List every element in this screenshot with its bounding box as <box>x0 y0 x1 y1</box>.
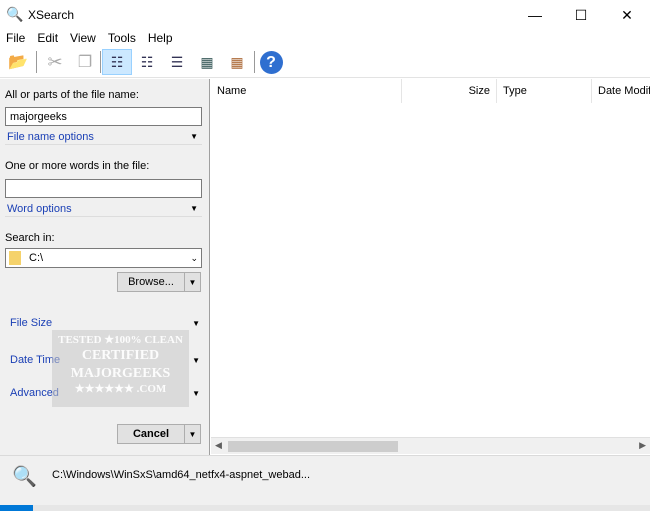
maximize-button[interactable]: ☐ <box>558 0 604 30</box>
scrollbar-thumb[interactable] <box>228 441 398 452</box>
words-label: One or more words in the file: <box>5 160 150 172</box>
filename-label: All or parts of the file name: <box>5 89 139 101</box>
toolbar: 📂 ✂ ❐ ☷ ☷ ☰ ▦ ▦ ? <box>0 46 650 78</box>
browse-button[interactable]: Browse... ▼ <box>117 272 201 292</box>
details-view-icon[interactable]: ☷ <box>102 49 132 75</box>
word-options-label: Word options <box>7 202 72 215</box>
folder-icon <box>9 251 21 265</box>
copy-icon[interactable]: ❐ <box>70 49 100 75</box>
progress-bar <box>0 505 650 511</box>
toolbar-divider <box>254 51 255 73</box>
small-icons-view-icon[interactable]: ☰ <box>162 49 192 75</box>
words-input[interactable] <box>5 179 202 198</box>
chevron-down-icon[interactable]: ▼ <box>184 273 200 291</box>
cancel-label: Cancel <box>132 428 170 440</box>
help-icon[interactable]: ? <box>256 49 286 75</box>
menu-bar: File Edit View Tools Help <box>0 30 650 46</box>
menu-help[interactable]: Help <box>142 30 179 46</box>
scroll-left-icon[interactable]: ◀ <box>215 440 222 451</box>
large-icons-view-icon[interactable]: ▦ <box>222 49 252 75</box>
menu-tools[interactable]: Tools <box>102 30 142 46</box>
minimize-button[interactable]: — <box>512 0 558 30</box>
watermark-line: ★★★★★★ .COM <box>74 383 167 395</box>
window-title: XSearch <box>28 8 75 22</box>
filename-options-dropdown[interactable]: File name options ▼ <box>5 129 202 145</box>
menu-file[interactable]: File <box>0 30 31 46</box>
search-in-label: Search in: <box>5 232 55 244</box>
chevron-down-icon: ⌄ <box>190 252 198 263</box>
chevron-down-icon[interactable]: ▼ <box>184 425 200 443</box>
horizontal-scrollbar[interactable]: ◀ ▶ <box>211 437 650 454</box>
current-path: C:\Windows\WinSxS\amd64_netfx4-aspnet_we… <box>52 469 311 481</box>
toolbar-divider <box>100 51 101 73</box>
watermark-line: TESTED ★100% CLEAN <box>58 334 183 346</box>
chevron-down-icon: ▼ <box>192 388 200 398</box>
list-view-icon[interactable]: ☷ <box>132 49 162 75</box>
filename-options-label: File name options <box>7 130 94 143</box>
menu-edit[interactable]: Edit <box>31 30 64 46</box>
open-folder-icon[interactable]: 📂 <box>3 49 33 75</box>
chevron-down-icon: ▼ <box>190 132 198 141</box>
chevron-down-icon: ▼ <box>192 318 200 328</box>
title-bar: 🔍 XSearch — ☐ ✕ <box>0 0 650 30</box>
searching-magnifier-icon: 🔍 <box>12 466 37 488</box>
column-date-modified[interactable]: Date Modif <box>592 79 650 103</box>
watermark-line: CERTIFIED <box>81 348 160 363</box>
scroll-right-icon[interactable]: ▶ <box>639 440 646 451</box>
browse-label: Browse... <box>128 276 174 288</box>
filename-input[interactable] <box>5 107 202 126</box>
search-in-select[interactable]: C:\ ⌄ <box>5 248 202 268</box>
app-search-icon: 🔍 <box>6 6 24 22</box>
chevron-down-icon: ▼ <box>190 204 198 213</box>
tiles-view-icon[interactable]: ▦ <box>192 49 222 75</box>
results-list[interactable]: Name Size Type Date Modif ◀ ▶ <box>211 79 650 455</box>
cut-icon[interactable]: ✂ <box>40 49 70 75</box>
menu-view[interactable]: View <box>64 30 102 46</box>
watermark-line: MAJORGEEKS <box>70 366 171 381</box>
progress-fill <box>0 505 33 511</box>
toolbar-divider <box>36 51 37 73</box>
column-type[interactable]: Type <box>497 79 592 103</box>
cancel-button[interactable]: Cancel ▼ <box>117 424 201 444</box>
status-bar: 🔍 C:\Windows\WinSxS\amd64_netfx4-aspnet_… <box>0 455 650 511</box>
word-options-dropdown[interactable]: Word options ▼ <box>5 201 202 217</box>
file-size-label: File Size <box>10 317 53 329</box>
column-size[interactable]: Size <box>402 79 497 103</box>
column-name[interactable]: Name <box>211 79 402 103</box>
chevron-down-icon: ▼ <box>192 355 200 365</box>
search-in-value: C:\ <box>29 252 44 264</box>
watermark-logo: TESTED ★100% CLEAN CERTIFIED MAJORGEEKS … <box>52 330 189 407</box>
close-button[interactable]: ✕ <box>604 0 650 30</box>
